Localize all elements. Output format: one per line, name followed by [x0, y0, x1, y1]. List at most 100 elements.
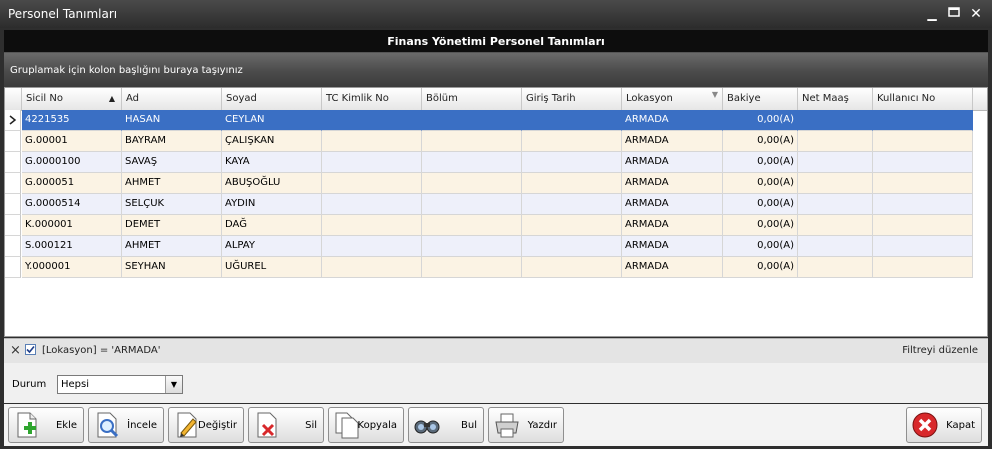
- cell-net-maas[interactable]: [798, 215, 873, 236]
- edit-filter-link[interactable]: Filtreyi düzenle: [902, 345, 978, 356]
- cell-ad[interactable]: BAYRAM: [122, 131, 222, 152]
- cell-sicil-no[interactable]: 4221535: [22, 110, 122, 131]
- column-filter-icon[interactable]: ▼: [712, 88, 718, 106]
- row-indicator[interactable]: [5, 173, 21, 194]
- cell-giris-tarih[interactable]: [522, 215, 622, 236]
- cell-ad[interactable]: DEMET: [122, 215, 222, 236]
- cell-net-maas[interactable]: [798, 236, 873, 257]
- column-header-lokasyon[interactable]: Lokasyon ▼: [622, 88, 723, 110]
- column-header-bolum[interactable]: Bölüm: [422, 88, 522, 110]
- table-row[interactable]: G.0000100 SAVAŞ KAYA ARMADA 0,00(A): [5, 152, 973, 173]
- minimize-icon[interactable]: ▁: [924, 6, 940, 22]
- table-row[interactable]: Y.000001 SEYHAN UĞUREL ARMADA 0,00(A): [5, 257, 973, 278]
- cell-bakiye[interactable]: 0,00(A): [723, 173, 798, 194]
- yazdir-button[interactable]: Yazdır: [488, 407, 564, 443]
- ekle-button[interactable]: Ekle: [8, 407, 84, 443]
- cell-bolum[interactable]: [422, 173, 522, 194]
- cell-net-maas[interactable]: [798, 152, 873, 173]
- cell-bolum[interactable]: [422, 131, 522, 152]
- cell-giris-tarih[interactable]: [522, 173, 622, 194]
- filter-enabled-checkbox[interactable]: [25, 344, 36, 355]
- cell-sicil-no[interactable]: G.00001: [22, 131, 122, 152]
- row-indicator[interactable]: [5, 194, 21, 215]
- cell-ad[interactable]: HASAN: [122, 110, 222, 131]
- cell-lokasyon[interactable]: ARMADA: [622, 173, 723, 194]
- column-header-soyad[interactable]: Soyad: [222, 88, 322, 110]
- cell-tc-kimlik-no[interactable]: [322, 236, 422, 257]
- incele-button[interactable]: İncele: [88, 407, 164, 443]
- cell-sicil-no[interactable]: S.000121: [22, 236, 122, 257]
- cell-tc-kimlik-no[interactable]: [322, 110, 422, 131]
- cell-bakiye[interactable]: 0,00(A): [723, 152, 798, 173]
- cell-sicil-no[interactable]: Y.000001: [22, 257, 122, 278]
- cell-bolum[interactable]: [422, 110, 522, 131]
- cell-net-maas[interactable]: [798, 194, 873, 215]
- cell-lokasyon[interactable]: ARMADA: [622, 152, 723, 173]
- cell-tc-kimlik-no[interactable]: [322, 131, 422, 152]
- cell-bakiye[interactable]: 0,00(A): [723, 257, 798, 278]
- row-indicator[interactable]: [5, 236, 21, 257]
- row-indicator[interactable]: [5, 131, 21, 152]
- cell-bakiye[interactable]: 0,00(A): [723, 215, 798, 236]
- cell-tc-kimlik-no[interactable]: [322, 215, 422, 236]
- cell-kullanici-no[interactable]: [873, 194, 973, 215]
- cell-ad[interactable]: AHMET: [122, 173, 222, 194]
- column-header-ad[interactable]: Ad: [122, 88, 222, 110]
- cell-ad[interactable]: SAVAŞ: [122, 152, 222, 173]
- cell-lokasyon[interactable]: ARMADA: [622, 194, 723, 215]
- table-row[interactable]: K.000001 DEMET DAĞ ARMADA 0,00(A): [5, 215, 973, 236]
- cell-ad[interactable]: SELÇUK: [122, 194, 222, 215]
- cell-kullanici-no[interactable]: [873, 236, 973, 257]
- cell-sicil-no[interactable]: K.000001: [22, 215, 122, 236]
- cell-bakiye[interactable]: 0,00(A): [723, 194, 798, 215]
- row-indicator[interactable]: [5, 110, 21, 131]
- cell-soyad[interactable]: CEYLAN: [222, 110, 322, 131]
- cell-lokasyon[interactable]: ARMADA: [622, 236, 723, 257]
- close-window-icon[interactable]: ✕: [968, 6, 984, 22]
- cell-net-maas[interactable]: [798, 173, 873, 194]
- cell-soyad[interactable]: AYDIN: [222, 194, 322, 215]
- cell-kullanici-no[interactable]: [873, 110, 973, 131]
- chevron-down-icon[interactable]: ▼: [165, 376, 182, 393]
- column-header-sicil-no[interactable]: Sicil No ▲: [22, 88, 122, 110]
- cell-sicil-no[interactable]: G.0000100: [22, 152, 122, 173]
- cell-sicil-no[interactable]: G.000051: [22, 173, 122, 194]
- cell-soyad[interactable]: ÇALIŞKAN: [222, 131, 322, 152]
- column-header-bakiye[interactable]: Bakiye: [723, 88, 798, 110]
- cell-kullanici-no[interactable]: [873, 131, 973, 152]
- row-indicator[interactable]: [5, 257, 21, 278]
- cell-kullanici-no[interactable]: [873, 257, 973, 278]
- bul-button[interactable]: Bul: [408, 407, 484, 443]
- cell-giris-tarih[interactable]: [522, 236, 622, 257]
- sil-button[interactable]: Sil: [248, 407, 324, 443]
- table-row[interactable]: 4221535 HASAN CEYLAN ARMADA 0,00(A): [5, 110, 973, 131]
- cell-bakiye[interactable]: 0,00(A): [723, 236, 798, 257]
- cell-lokasyon[interactable]: ARMADA: [622, 215, 723, 236]
- cell-kullanici-no[interactable]: [873, 173, 973, 194]
- cell-giris-tarih[interactable]: [522, 110, 622, 131]
- cell-giris-tarih[interactable]: [522, 131, 622, 152]
- table-row[interactable]: S.000121 AHMET ALPAY ARMADA 0,00(A): [5, 236, 973, 257]
- column-header-kullanici-no[interactable]: Kullanıcı No: [873, 88, 973, 110]
- cell-bakiye[interactable]: 0,00(A): [723, 131, 798, 152]
- cell-ad[interactable]: SEYHAN: [122, 257, 222, 278]
- kapat-button[interactable]: Kapat: [906, 407, 982, 443]
- cell-kullanici-no[interactable]: [873, 152, 973, 173]
- cell-tc-kimlik-no[interactable]: [322, 173, 422, 194]
- row-indicator[interactable]: [5, 215, 21, 236]
- table-row[interactable]: G.00001 BAYRAM ÇALIŞKAN ARMADA 0,00(A): [5, 131, 973, 152]
- cell-soyad[interactable]: DAĞ: [222, 215, 322, 236]
- status-select[interactable]: Hepsi ▼: [57, 375, 183, 394]
- cell-bolum[interactable]: [422, 236, 522, 257]
- column-header-giris-tarih[interactable]: Giriş Tarih: [522, 88, 622, 110]
- kopyala-button[interactable]: Kopyala: [328, 407, 404, 443]
- clear-filter-icon[interactable]: ×: [10, 343, 21, 358]
- cell-giris-tarih[interactable]: [522, 152, 622, 173]
- cell-giris-tarih[interactable]: [522, 194, 622, 215]
- cell-lokasyon[interactable]: ARMADA: [622, 110, 723, 131]
- cell-ad[interactable]: AHMET: [122, 236, 222, 257]
- table-row[interactable]: G.000051 AHMET ABUŞOĞLU ARMADA 0,00(A): [5, 173, 973, 194]
- cell-bolum[interactable]: [422, 215, 522, 236]
- cell-bolum[interactable]: [422, 194, 522, 215]
- cell-lokasyon[interactable]: ARMADA: [622, 257, 723, 278]
